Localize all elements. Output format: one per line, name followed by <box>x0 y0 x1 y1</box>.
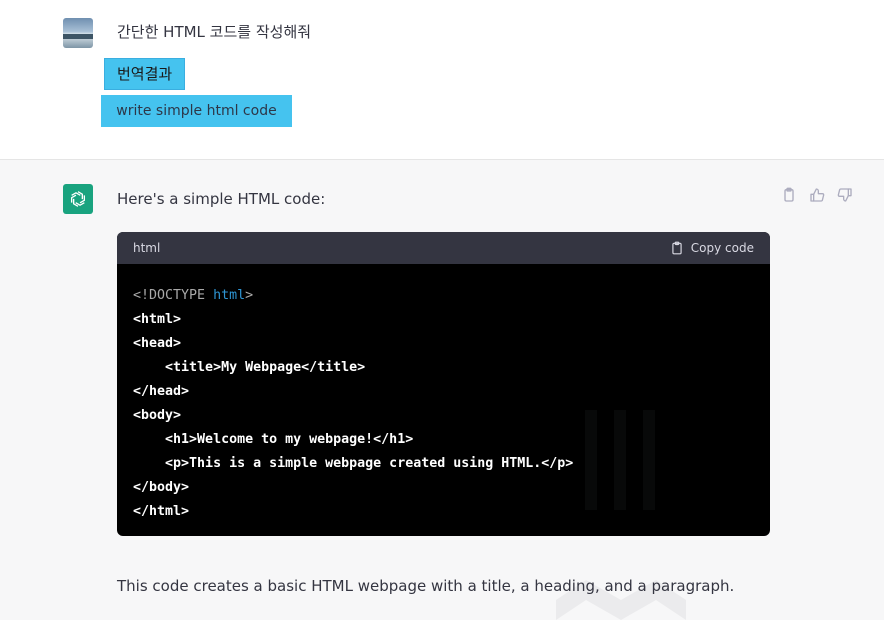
code-token: </head> <box>133 384 190 399</box>
translation-text: write simple html code <box>101 95 292 127</box>
user-message-row: 간단한 HTML 코드를 작성해줘 번역결과 write simple html… <box>0 0 884 160</box>
openai-logo-icon <box>63 184 93 214</box>
code-language-label: html <box>133 241 161 255</box>
copy-code-label: Copy code <box>690 241 754 255</box>
thumbs-up-icon[interactable] <box>808 186 826 204</box>
code-token: <title>My Webpage</title> <box>165 360 366 375</box>
code-line: </head> <box>133 380 754 404</box>
code-token: <body> <box>133 408 182 423</box>
copy-code-button[interactable]: Copy code <box>670 240 754 256</box>
code-token: > <box>245 288 254 303</box>
code-block-header: html Copy code <box>117 232 770 264</box>
code-token: <html> <box>133 312 182 327</box>
translation-label[interactable]: 번역결과 <box>104 58 186 90</box>
clipboard-icon <box>670 240 684 256</box>
assistant-outro-text: This code creates a basic HTML webpage w… <box>117 577 735 595</box>
code-token: <!DOCTYPE <box>133 288 214 303</box>
code-line: <body> <box>133 404 754 428</box>
code-line: <p>This is a simple webpage created usin… <box>133 452 754 476</box>
message-actions <box>780 186 854 204</box>
assistant-intro-text: Here's a simple HTML code: <box>117 190 326 208</box>
code-token: <head> <box>133 336 182 351</box>
assistant-message-row: Here's a simple HTML code: html Copy cod… <box>0 160 884 620</box>
code-content: <!DOCTYPE html> <html> <head> <title>My We… <box>117 264 770 536</box>
user-avatar <box>63 18 93 48</box>
background-watermark-shape <box>585 410 655 510</box>
code-token: html <box>213 288 246 303</box>
code-token: <p>This is a simple webpage created usin… <box>165 456 574 471</box>
code-line: </body> <box>133 476 754 500</box>
code-token: </html> <box>133 504 190 519</box>
code-line: <!DOCTYPE html> <box>133 284 754 308</box>
clipboard-icon[interactable] <box>780 186 798 204</box>
code-line: <head> <box>133 332 754 356</box>
user-message-text: 간단한 HTML 코드를 작성해줘 <box>117 23 312 41</box>
code-block: html Copy code <!DOCTYPE html> <html> <hea… <box>117 232 770 536</box>
code-line: <h1>Welcome to my webpage!</h1> <box>133 428 754 452</box>
code-token: <h1>Welcome to my webpage!</h1> <box>165 432 414 447</box>
code-line: <html> <box>133 308 754 332</box>
code-line: </html> <box>133 500 754 524</box>
code-line: <title>My Webpage</title> <box>133 356 754 380</box>
thumbs-down-icon[interactable] <box>836 186 854 204</box>
code-token: </body> <box>133 480 190 495</box>
